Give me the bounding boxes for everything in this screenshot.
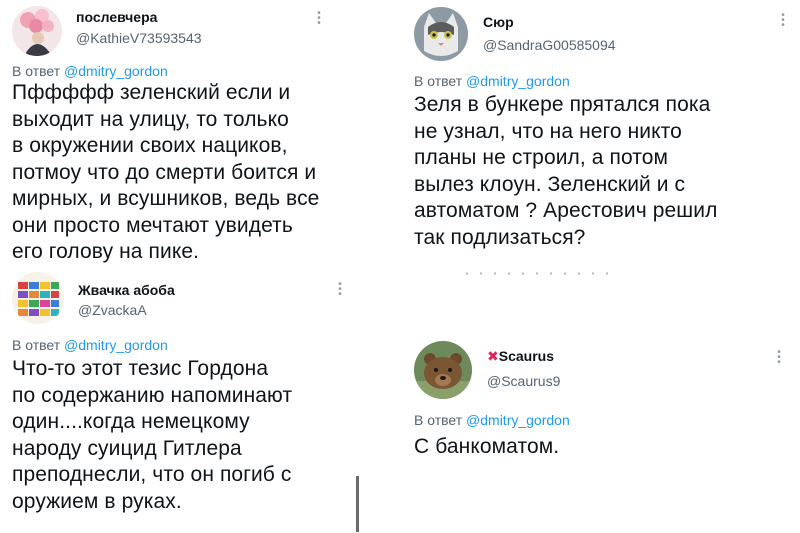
reply-context: В ответ @dmitry_gordon	[414, 73, 570, 89]
reply-prefix: В ответ	[12, 63, 61, 79]
more-options-icon[interactable]: • • •	[781, 11, 785, 31]
mention-link[interactable]: @dmitry_gordon	[466, 412, 570, 428]
reply-context: В ответ @dmitry_gordon	[12, 63, 168, 79]
avatar[interactable]	[414, 341, 472, 399]
display-name[interactable]: Жвачка абоба	[78, 282, 175, 298]
tweet-text: С банкоматом.	[414, 435, 560, 458]
clipped-text-remnant	[460, 271, 610, 276]
reply-prefix: В ответ	[414, 412, 463, 428]
avatar[interactable]	[12, 272, 64, 324]
tweet-text: Зеля в бункере прятался пока не узнал, ч…	[414, 93, 718, 249]
tweet-text: Что-то этот тезис Гордона по содержанию …	[12, 357, 293, 513]
user-handle[interactable]: @KathieV73593543	[76, 30, 202, 46]
reply-context: В ответ @dmitry_gordon	[414, 412, 570, 428]
more-options-icon[interactable]: • • •	[338, 280, 342, 300]
user-handle[interactable]: @SandraG00585094	[483, 37, 616, 53]
avatar[interactable]	[414, 7, 468, 61]
display-name[interactable]: Сюр	[483, 14, 514, 30]
mention-link[interactable]: @dmitry_gordon	[466, 73, 570, 89]
mention-link[interactable]: @dmitry_gordon	[64, 337, 168, 353]
display-name[interactable]: послевчера	[76, 9, 157, 25]
display-name[interactable]: ✖Scaurus	[487, 348, 554, 365]
mention-link[interactable]: @dmitry_gordon	[64, 63, 168, 79]
scrollbar[interactable]	[356, 476, 359, 532]
reply-prefix: В ответ	[12, 337, 61, 353]
avatar-bear-icon	[414, 341, 472, 399]
tweet-text: Пффффф зеленский если и выходит на улицу…	[12, 81, 320, 263]
avatar-cat-icon	[414, 7, 468, 61]
avatar[interactable]	[12, 6, 62, 56]
avatar-gum-packs-icon	[12, 272, 64, 324]
user-handle[interactable]: @Scaurus9	[487, 373, 560, 389]
display-name-text: Scaurus	[498, 348, 554, 364]
user-handle[interactable]: @ZvackaA	[78, 302, 147, 318]
cross-mark-icon: ✖	[487, 348, 499, 364]
more-options-icon[interactable]: • • •	[777, 348, 781, 368]
reply-prefix: В ответ	[414, 73, 463, 89]
reply-context: В ответ @dmitry_gordon	[12, 337, 168, 353]
avatar-flowers-icon	[12, 6, 62, 56]
more-options-icon[interactable]: • • •	[317, 9, 321, 29]
